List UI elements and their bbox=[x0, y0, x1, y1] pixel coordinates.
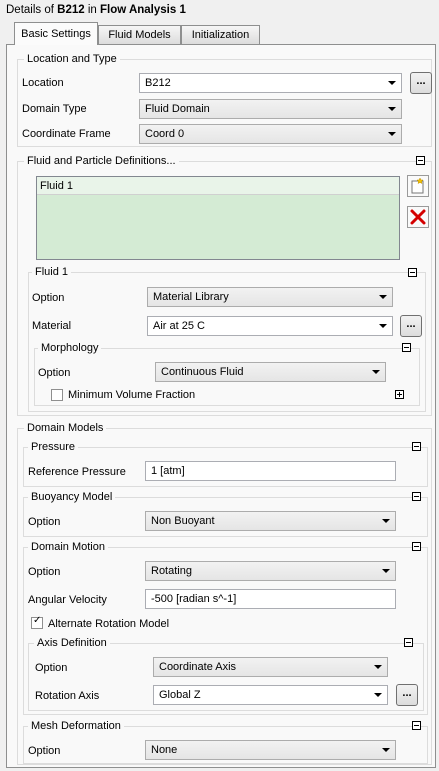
fluid1-title: Fluid 1 bbox=[32, 266, 72, 278]
location-type-title: Location and Type bbox=[24, 53, 120, 65]
angular-velocity-label: Angular Velocity bbox=[28, 594, 107, 606]
chevron-down-icon bbox=[388, 107, 396, 111]
axis-option-combo[interactable]: Coordinate Axis bbox=[153, 657, 388, 677]
mesh-option-value: None bbox=[151, 744, 178, 756]
title-prefix: Details of bbox=[6, 4, 58, 16]
mesh-option-label: Option bbox=[28, 745, 61, 757]
chevron-down-icon bbox=[374, 693, 382, 697]
rotation-axis-value: Global Z bbox=[159, 689, 201, 701]
ref-pressure-field[interactable]: 1 [atm] bbox=[145, 461, 396, 481]
chevron-down-icon bbox=[382, 519, 390, 523]
collapse-icon[interactable] bbox=[412, 492, 421, 501]
alt-rotation-checkbox[interactable]: ✓ bbox=[31, 615, 43, 629]
domain-models-title: Domain Models bbox=[24, 422, 107, 434]
expand-icon[interactable] bbox=[395, 390, 404, 399]
rotation-axis-combo[interactable]: Global Z bbox=[153, 685, 388, 705]
domain-type-combo[interactable]: Fluid Domain bbox=[139, 99, 402, 119]
chevron-down-icon bbox=[382, 569, 390, 573]
motion-option-combo[interactable]: Rotating bbox=[145, 561, 396, 581]
chevron-down-icon bbox=[372, 370, 380, 374]
location-label: Location bbox=[22, 77, 64, 89]
ref-pressure-label: Reference Pressure bbox=[28, 466, 126, 478]
material-label: Material bbox=[32, 320, 72, 332]
domain-type-label: Domain Type bbox=[22, 103, 87, 115]
fluid1-option-combo[interactable]: Material Library bbox=[147, 287, 393, 307]
check-icon: ✓ bbox=[33, 615, 42, 626]
rotation-axis-label: Rotation Axis bbox=[35, 690, 100, 702]
collapse-icon[interactable] bbox=[412, 542, 421, 551]
buoyancy-option-combo[interactable]: Non Buoyant bbox=[145, 511, 396, 531]
location-combo[interactable]: B212 bbox=[139, 73, 402, 93]
location-browse-button[interactable]: ... bbox=[410, 72, 432, 94]
coord-frame-combo[interactable]: Coord 0 bbox=[139, 124, 402, 144]
collapse-icon[interactable] bbox=[416, 156, 425, 165]
axis-definition-title: Axis Definition bbox=[34, 637, 110, 649]
fluid1-option-value: Material Library bbox=[153, 291, 229, 303]
domain-motion-title: Domain Motion bbox=[28, 541, 108, 553]
title-middle: in bbox=[84, 4, 100, 16]
coord-frame-label: Coordinate Frame bbox=[22, 128, 111, 140]
axis-option-label: Option bbox=[35, 662, 68, 674]
angular-velocity-field[interactable]: -500 [radian s^-1] bbox=[145, 589, 396, 609]
morphology-title: Morphology bbox=[38, 342, 102, 354]
chevron-down-icon bbox=[374, 665, 382, 669]
fluid1-option-label: Option bbox=[32, 292, 65, 304]
morphology-option-value: Continuous Fluid bbox=[161, 366, 244, 378]
chevron-down-icon bbox=[388, 81, 396, 85]
chevron-down-icon bbox=[388, 132, 396, 136]
tab-basic-settings[interactable]: Basic Settings bbox=[14, 22, 98, 45]
motion-option-label: Option bbox=[28, 566, 61, 578]
collapse-icon[interactable] bbox=[402, 343, 411, 352]
mesh-deformation-title: Mesh Deformation bbox=[28, 720, 124, 732]
alt-rotation-label: Alternate Rotation Model bbox=[48, 618, 170, 630]
panel-title: Details of B212 in Flow Analysis 1 bbox=[6, 4, 186, 16]
new-item-icon bbox=[411, 177, 424, 194]
chevron-down-icon bbox=[382, 748, 390, 752]
list-item[interactable]: Fluid 1 bbox=[37, 177, 399, 195]
rotation-axis-browse-button[interactable]: ... bbox=[396, 684, 418, 706]
morphology-option-combo[interactable]: Continuous Fluid bbox=[155, 362, 386, 382]
collapse-icon[interactable] bbox=[412, 442, 421, 451]
delete-icon bbox=[410, 209, 426, 225]
coord-frame-value: Coord 0 bbox=[145, 128, 185, 140]
pressure-title: Pressure bbox=[28, 441, 79, 453]
fluid-defs-title: Fluid and Particle Definitions... bbox=[24, 155, 179, 167]
buoyancy-option-value: Non Buoyant bbox=[151, 515, 215, 527]
chevron-down-icon bbox=[379, 295, 387, 299]
buoyancy-title: Buoyancy Model bbox=[28, 491, 116, 503]
collapse-icon[interactable] bbox=[408, 268, 417, 277]
axis-option-value: Coordinate Axis bbox=[159, 661, 237, 673]
material-browse-button[interactable]: ... bbox=[400, 315, 422, 337]
title-analysis: Flow Analysis 1 bbox=[99, 4, 186, 16]
fluid-list[interactable]: Fluid 1 bbox=[36, 176, 400, 260]
motion-option-value: Rotating bbox=[151, 565, 192, 577]
add-fluid-button[interactable] bbox=[407, 175, 429, 197]
mesh-option-combo[interactable]: None bbox=[145, 740, 396, 760]
chevron-down-icon bbox=[379, 324, 387, 328]
min-volume-checkbox[interactable] bbox=[51, 389, 63, 401]
collapse-icon[interactable] bbox=[412, 721, 421, 730]
morphology-option-label: Option bbox=[38, 367, 71, 379]
tab-initialization[interactable]: Initialization bbox=[181, 25, 260, 44]
domain-type-value: Fluid Domain bbox=[145, 103, 210, 115]
material-combo[interactable]: Air at 25 C bbox=[147, 316, 393, 336]
collapse-icon[interactable] bbox=[404, 638, 413, 647]
title-object: B212 bbox=[57, 4, 85, 16]
buoyancy-option-label: Option bbox=[28, 516, 61, 528]
tab-fluid-models[interactable]: Fluid Models bbox=[98, 25, 181, 44]
location-value: B212 bbox=[145, 77, 171, 89]
min-volume-label: Minimum Volume Fraction bbox=[68, 389, 196, 401]
material-value: Air at 25 C bbox=[153, 320, 205, 332]
delete-fluid-button[interactable] bbox=[407, 206, 429, 228]
